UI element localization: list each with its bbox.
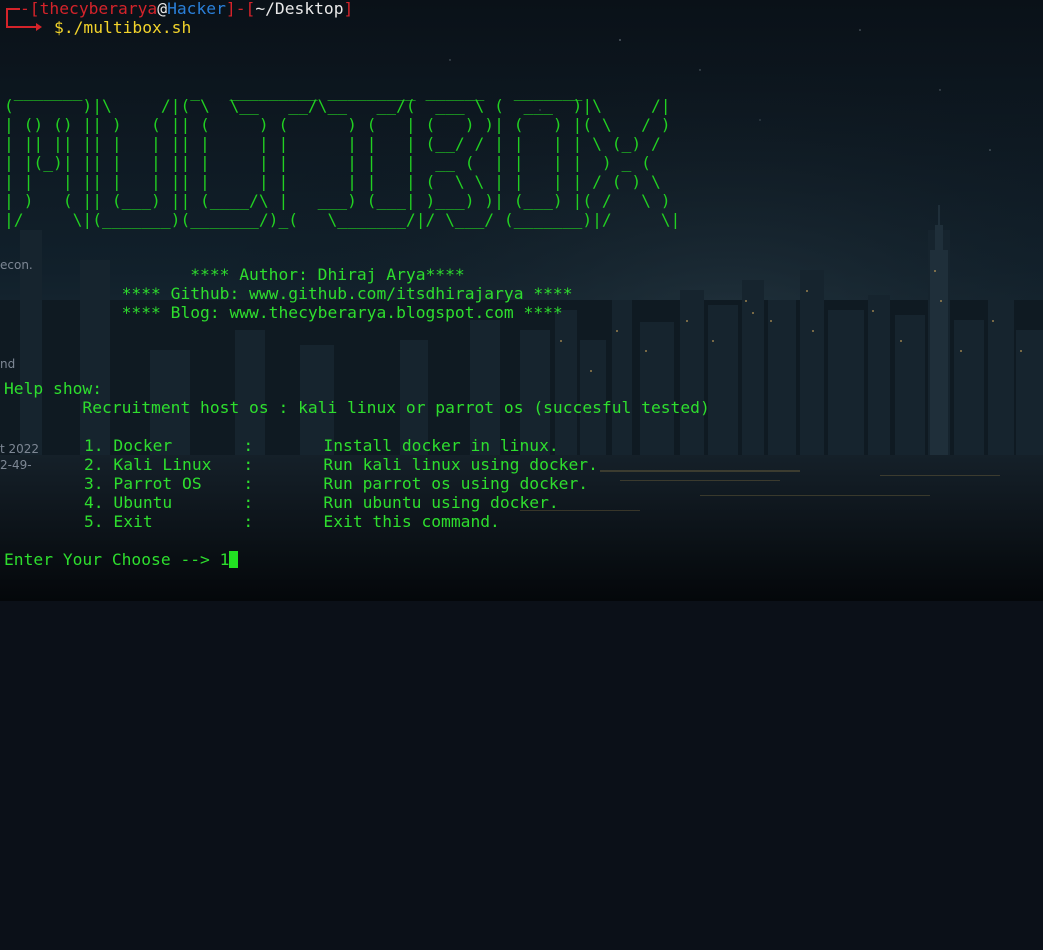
option-list: 1. Docker: Install docker in linux. 2. Ka…: [0, 436, 1043, 855]
prompt-at: @: [157, 0, 168, 18]
banner-line: | () () || ) ( || ( ) ( ) ( | ( ) )| ( )…: [4, 115, 671, 134]
choice-prompt-label: Enter Your Choose -->: [4, 550, 220, 569]
option-item: 2. Kali Linux: Run kali linux using docke…: [84, 455, 598, 474]
command-text: ./multibox.sh: [63, 18, 192, 37]
option-item: 4. Ubuntu: Run ubuntu using docker.: [84, 493, 559, 512]
banner-line: | | | || | | || | | | | | | ( \ \ | | | …: [4, 172, 671, 191]
terminal-window[interactable]: -[thecyberarya@Hacker]-[~/Desktop] $./mu…: [0, 0, 1043, 601]
banner-line: | ) ( || (___) || (____/\ | ___) (___| )…: [4, 191, 671, 210]
choice-input-value[interactable]: 1: [220, 550, 230, 569]
prompt-dollar: $: [54, 18, 64, 37]
prompt-host: Hacker: [167, 0, 226, 18]
terminal-cursor: [229, 551, 239, 568]
choice-input-line[interactable]: Enter Your Choose --> 1: [4, 550, 239, 569]
command-line: $./multibox.sh: [54, 18, 191, 37]
help-title: Help show:: [4, 379, 103, 398]
blog-line: **** Blog: www.thecyberarya.blogspot.com…: [4, 303, 563, 322]
prompt-user: thecyberarya: [39, 0, 158, 18]
banner-line: | |(_)| || | | || | | | | | | __ ( | | |…: [4, 153, 671, 172]
github-line: **** Github: www.github.com/itsdhirajary…: [4, 284, 573, 303]
prompt-frame-bottom: [6, 26, 36, 28]
author-line: **** Author: Dhiraj Arya****: [4, 265, 465, 284]
option-item: 3. Parrot OS: Run parrot os using docker.: [84, 474, 589, 493]
banner-line: | || || || | | || | | | | | | (__/ / | |…: [4, 134, 671, 153]
prompt-frame-top: [6, 8, 20, 10]
prompt-line: -[thecyberarya@Hacker]-[~/Desktop]: [20, 0, 354, 18]
option-item: 1. Docker: Install docker in linux.: [84, 436, 559, 455]
prompt-arrow-icon: [36, 23, 42, 31]
option-item: 5. Exit: Exit this command.: [84, 512, 500, 531]
banner-line: ( )|\ /|( \ \__ __/\__ __/( ___ \ ( ___ …: [4, 96, 671, 115]
prompt-dir: ~/Desktop: [255, 0, 344, 18]
prompt-frame-left: [6, 8, 8, 26]
banner-line: |/ \|(_______)(_______/)_( \_______/|/ \…: [4, 210, 681, 229]
recruitment-line: Recruitment host os : kali linux or parr…: [4, 398, 710, 417]
